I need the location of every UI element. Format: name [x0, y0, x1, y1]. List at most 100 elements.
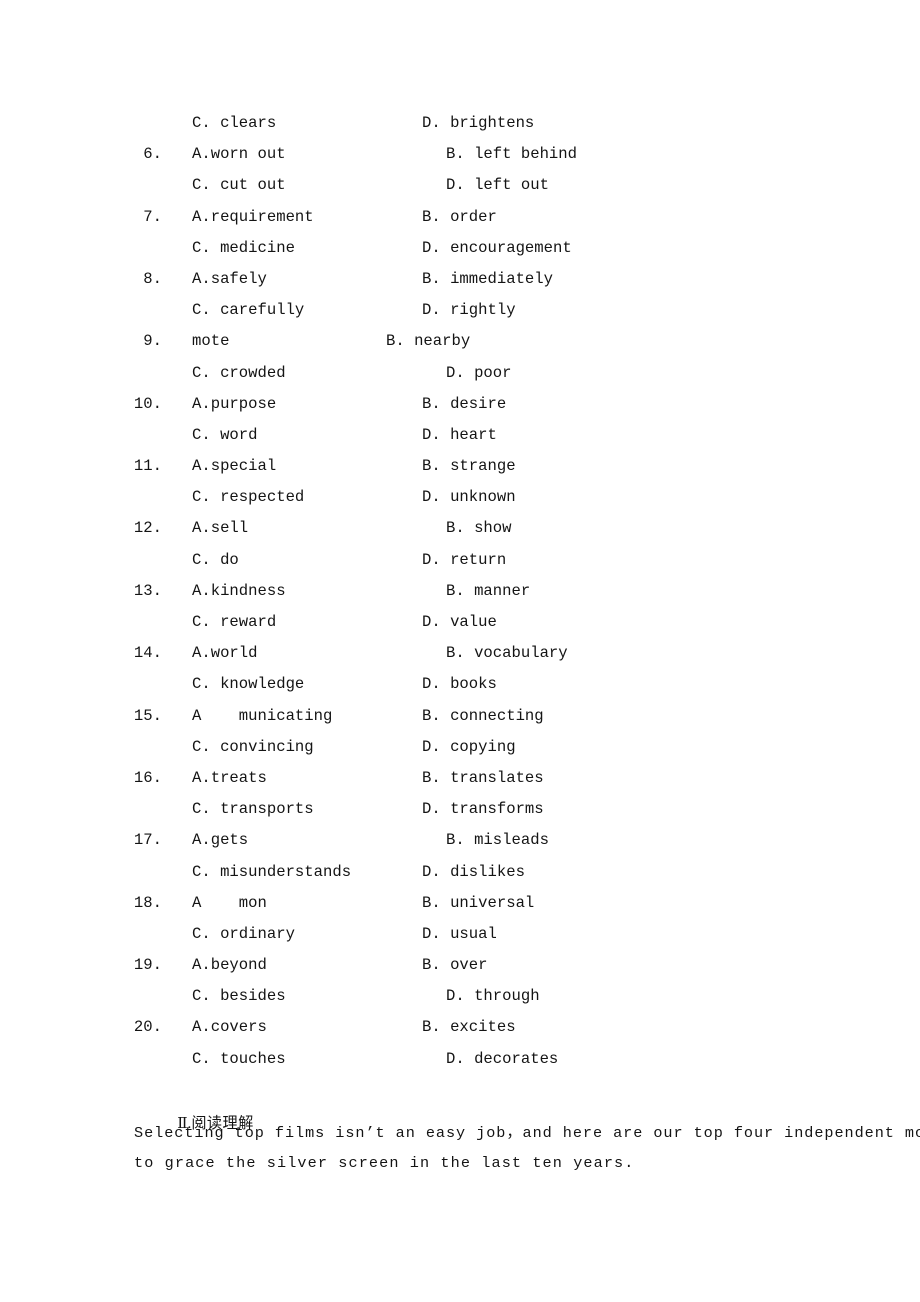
option-right[interactable]: D. poor — [446, 358, 512, 389]
option-right[interactable]: B. nearby — [386, 326, 470, 357]
cloze-option-row: 15. A municating B. connecting — [0, 701, 920, 732]
question-number: 16. — [133, 768, 162, 787]
option-left[interactable]: C. carefully — [192, 295, 304, 326]
option-left[interactable]: A mon — [192, 888, 267, 919]
option-right[interactable]: B. excites — [422, 1012, 516, 1043]
option-left[interactable]: C. convincing — [192, 732, 314, 763]
option-left[interactable]: A.worn out — [192, 139, 286, 170]
option-left[interactable]: C. crowded — [192, 358, 286, 389]
option-right[interactable]: D. heart — [422, 420, 497, 451]
option-right[interactable]: D. encouragement — [422, 233, 572, 264]
cloze-option-row: C. ordinary D. usual — [0, 919, 920, 950]
option-left[interactable]: C. ordinary — [192, 919, 295, 950]
option-left[interactable]: A.kindness — [192, 576, 286, 607]
option-left[interactable]: A.treats — [192, 763, 267, 794]
question-number: 12. — [133, 519, 162, 538]
cloze-option-row: 17. A.gets B. misleads — [0, 825, 920, 856]
option-left[interactable]: A.gets — [192, 825, 248, 856]
cloze-option-row: C. knowledge D. books — [0, 669, 920, 700]
option-left[interactable]: A.purpose — [192, 389, 276, 420]
option-right[interactable]: D. return — [422, 545, 506, 576]
passage-line: Selecting top films isn’t an easy job，an… — [134, 1124, 920, 1142]
option-left[interactable]: C. word — [192, 420, 258, 451]
cloze-option-row: 8. A.safely B. immediately — [0, 264, 920, 295]
option-right[interactable]: B. translates — [422, 763, 544, 794]
question-number: 7. — [143, 207, 162, 226]
reading-passage: Selecting top films isn’t an easy job，an… — [134, 1118, 920, 1178]
cloze-option-row: 14. A.world B. vocabulary — [0, 638, 920, 669]
cloze-option-row: 18. A mon B. universal — [0, 888, 920, 919]
option-right[interactable]: D. decorates — [446, 1044, 558, 1075]
option-left[interactable]: C. knowledge — [192, 669, 304, 700]
cloze-option-row: C. carefully D. rightly — [0, 295, 920, 326]
option-left[interactable]: C. transports — [192, 794, 314, 825]
option-right[interactable]: D. brightens — [422, 108, 534, 139]
option-left[interactable]: mote — [192, 326, 229, 357]
option-right[interactable]: D. copying — [422, 732, 516, 763]
option-left[interactable]: A.requirement — [192, 202, 314, 233]
option-left[interactable]: C. touches — [192, 1044, 286, 1075]
cloze-option-row: 12. A.sell B. show — [0, 513, 920, 544]
question-number: 20. — [133, 1018, 162, 1037]
option-left[interactable]: A.covers — [192, 1012, 267, 1043]
cloze-option-row: 10. A.purpose B. desire — [0, 389, 920, 420]
cloze-option-row: 20. A.covers B. excites — [0, 1012, 920, 1043]
option-right[interactable]: D. unknown — [422, 482, 516, 513]
option-left[interactable]: A.world — [192, 638, 258, 669]
option-right[interactable]: B. left behind — [446, 139, 577, 170]
option-right[interactable]: D. rightly — [422, 295, 516, 326]
question-number: 8. — [143, 269, 162, 288]
option-right[interactable]: B. desire — [422, 389, 506, 420]
cloze-option-row: C. respected D. unknown — [0, 482, 920, 513]
cloze-option-row: C. touches D. decorates — [0, 1044, 920, 1075]
cloze-option-row: C. crowded D. poor — [0, 358, 920, 389]
question-number: 19. — [133, 956, 162, 975]
question-number: 15. — [133, 706, 162, 725]
cloze-option-row: C. misunderstands D. dislikes — [0, 857, 920, 888]
option-left[interactable]: A.special — [192, 451, 276, 482]
option-right[interactable]: D. through — [446, 981, 540, 1012]
cloze-option-row: 13. A.kindness B. manner — [0, 576, 920, 607]
option-right[interactable]: B. immediately — [422, 264, 553, 295]
cloze-options-list: C. clears D. brightens 6. A.worn out B. left… — [0, 108, 920, 1075]
option-left[interactable]: A.safely — [192, 264, 267, 295]
cloze-option-row: C. do D. return — [0, 545, 920, 576]
option-right[interactable]: B. show — [446, 513, 512, 544]
option-right[interactable]: B. order — [422, 202, 497, 233]
option-left[interactable]: C. besides — [192, 981, 286, 1012]
option-right[interactable]: D. dislikes — [422, 857, 525, 888]
cloze-option-row: C. cut out D. left out — [0, 170, 920, 201]
question-number: 13. — [133, 581, 162, 600]
option-left[interactable]: C. misunderstands — [192, 857, 351, 888]
option-right[interactable]: B. manner — [446, 576, 530, 607]
cloze-option-row: 9. mote B. nearby — [0, 326, 920, 357]
option-right[interactable]: B. strange — [422, 451, 516, 482]
passage-line: to grace the silver screen in the last t… — [134, 1154, 635, 1172]
option-left[interactable]: A.beyond — [192, 950, 267, 981]
cloze-option-row: C. word D. heart — [0, 420, 920, 451]
option-right[interactable]: D. usual — [422, 919, 497, 950]
option-left[interactable]: A municating — [192, 701, 332, 732]
option-right[interactable]: D. books — [422, 669, 497, 700]
question-number: 9. — [143, 332, 162, 351]
question-number: 17. — [133, 831, 162, 850]
option-left[interactable]: C. do — [192, 545, 239, 576]
question-number: 6. — [143, 145, 162, 164]
question-number: 11. — [133, 457, 162, 476]
option-right[interactable]: D. transforms — [422, 794, 544, 825]
option-left[interactable]: A.sell — [192, 513, 248, 544]
option-left[interactable]: C. medicine — [192, 233, 295, 264]
option-right[interactable]: B. over — [422, 950, 488, 981]
option-left[interactable]: C. respected — [192, 482, 304, 513]
option-left[interactable]: C. reward — [192, 607, 276, 638]
option-right[interactable]: B. connecting — [422, 701, 544, 732]
option-right[interactable]: D. left out — [446, 170, 549, 201]
option-left[interactable]: C. clears — [192, 108, 276, 139]
option-right[interactable]: B. universal — [422, 888, 534, 919]
option-right[interactable]: B. misleads — [446, 825, 549, 856]
option-right[interactable]: D. value — [422, 607, 497, 638]
cloze-option-row: C. transports D. transforms — [0, 794, 920, 825]
option-left[interactable]: C. cut out — [192, 170, 286, 201]
cloze-option-row: 19. A.beyond B. over — [0, 950, 920, 981]
option-right[interactable]: B. vocabulary — [446, 638, 568, 669]
